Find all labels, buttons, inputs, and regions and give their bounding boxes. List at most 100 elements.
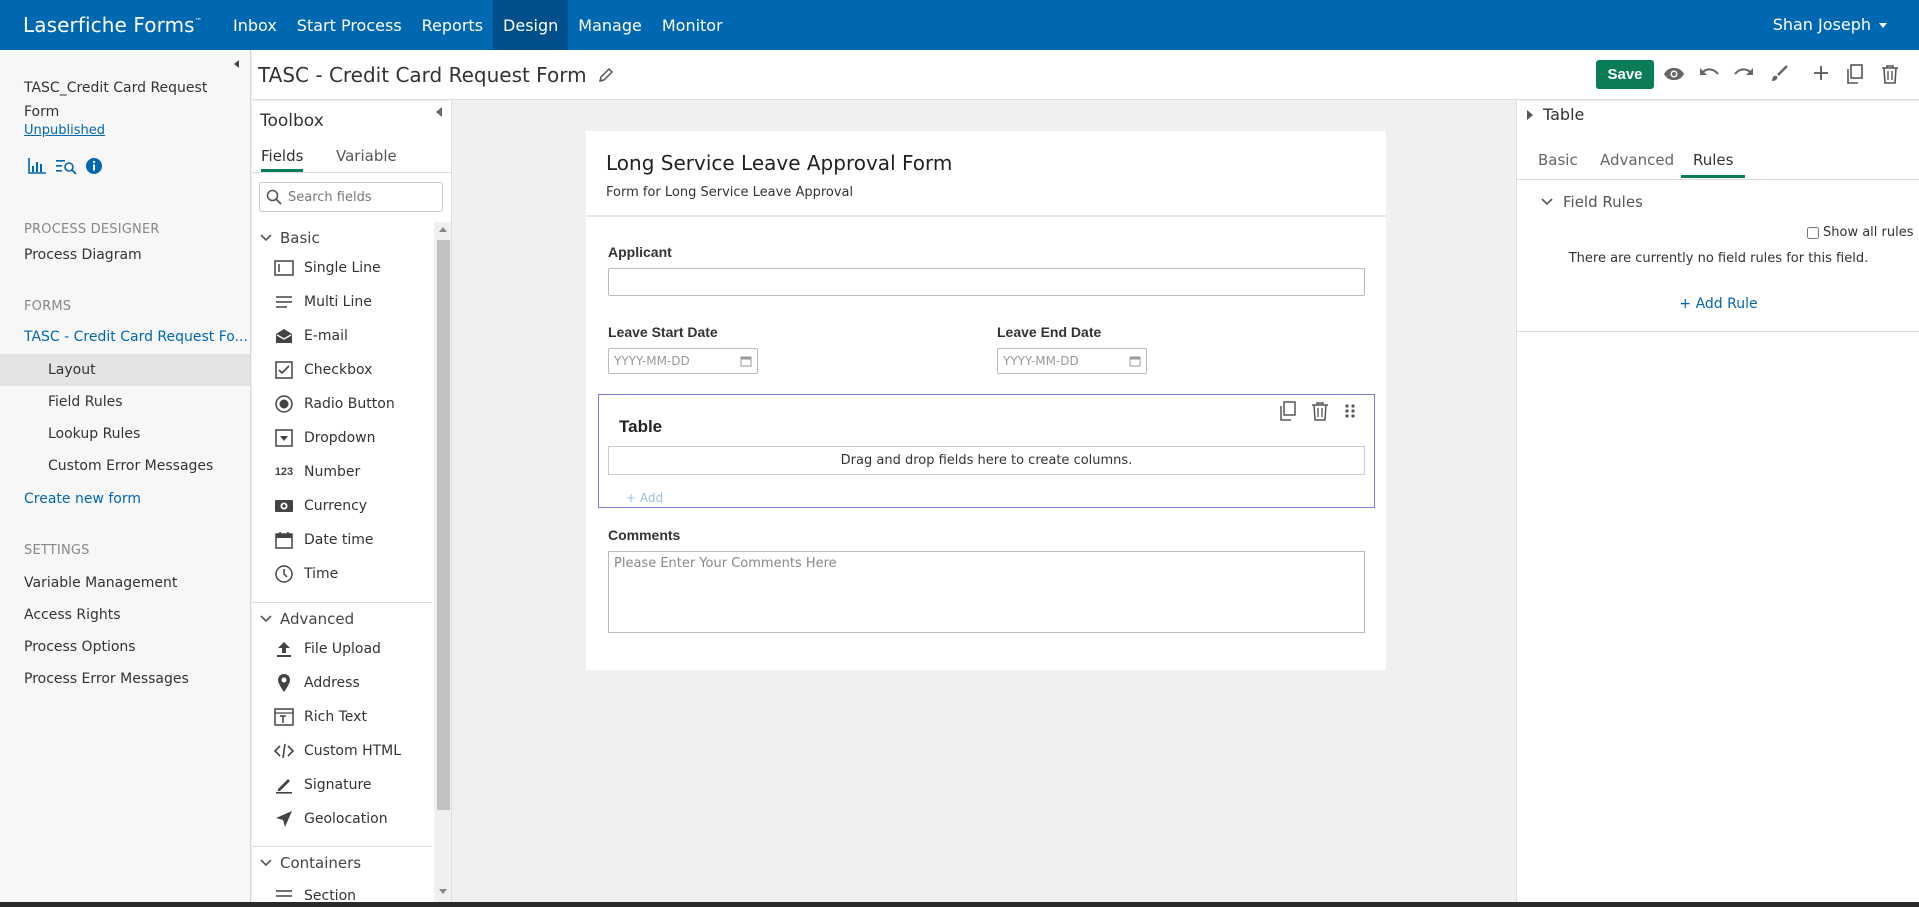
category-basic[interactable]: Basic	[260, 229, 320, 247]
add-rule-button[interactable]: + Add Rule	[1517, 296, 1919, 312]
nav-start-process[interactable]: Start Process	[287, 0, 412, 50]
category-containers-label: Containers	[280, 854, 362, 872]
copy-icon[interactable]	[1279, 401, 1297, 421]
properties-title[interactable]: Table	[1527, 105, 1584, 124]
save-button[interactable]: Save	[1596, 60, 1654, 89]
trash-icon[interactable]	[1881, 64, 1899, 84]
category-advanced[interactable]: Advanced	[260, 610, 354, 628]
tab-basic[interactable]: Basic	[1526, 151, 1590, 175]
show-all-rules-label: Show all rules	[1823, 225, 1914, 240]
toolbox-scrollbar[interactable]	[434, 222, 451, 902]
create-new-form-link[interactable]: Create new form	[24, 491, 141, 507]
tab-advanced[interactable]: Advanced	[1588, 151, 1686, 175]
field-address-label: Address	[304, 675, 360, 691]
nav-design[interactable]: Design	[493, 0, 569, 50]
field-email-label: E-mail	[304, 328, 348, 344]
variable-management-link[interactable]: Variable Management	[24, 575, 177, 591]
sidebar-item-layout[interactable]: Layout	[0, 354, 250, 386]
brand-logo[interactable]: Laserfiche Forms™	[23, 13, 223, 37]
bar-chart-icon[interactable]	[27, 157, 47, 175]
publish-status-link[interactable]: Unpublished	[24, 123, 105, 138]
form-heading[interactable]: Long Service Leave Approval Form	[606, 151, 952, 175]
field-single-line[interactable]: Single Line	[274, 256, 381, 280]
comments-textarea[interactable]: Please Enter Your Comments Here	[608, 551, 1365, 633]
applicant-field[interactable]	[608, 268, 1365, 296]
field-radio-button[interactable]: Radio Button	[274, 392, 395, 416]
add-icon[interactable]	[1812, 64, 1830, 82]
field-rich-text[interactable]: Rich Text	[274, 705, 367, 729]
tab-rules[interactable]: Rules	[1681, 151, 1746, 178]
copy-icon[interactable]	[1846, 64, 1864, 84]
date-placeholder: YYYY-MM-DD	[1003, 354, 1079, 368]
table-field-selected[interactable]: Table Drag and drop fields here to creat…	[598, 394, 1375, 508]
field-date-time[interactable]: Date time	[274, 528, 374, 552]
field-number[interactable]: 123 Number	[274, 460, 360, 484]
collapse-sidebar-icon[interactable]	[234, 60, 239, 68]
search-list-icon[interactable]	[55, 157, 77, 175]
scroll-thumb[interactable]	[437, 240, 450, 810]
field-checkbox[interactable]: Checkbox	[274, 358, 372, 382]
calendar-icon	[274, 530, 294, 550]
tab-variable[interactable]: Variable	[336, 147, 397, 169]
nav-monitor[interactable]: Monitor	[652, 0, 733, 50]
process-error-messages-link[interactable]: Process Error Messages	[24, 671, 189, 687]
code-icon	[274, 741, 294, 761]
field-currency[interactable]: Currency	[274, 494, 367, 518]
info-icon[interactable]	[85, 157, 103, 175]
main-nav: Inbox Start Process Reports Design Manag…	[223, 0, 733, 50]
process-options-link[interactable]: Process Options	[24, 639, 136, 655]
sidebar-item-field-rules[interactable]: Field Rules	[0, 386, 250, 418]
calendar-icon[interactable]	[740, 355, 752, 367]
field-number-label: Number	[304, 464, 361, 480]
field-file-upload[interactable]: File Upload	[274, 637, 381, 661]
scroll-up-arrow-icon[interactable]	[439, 227, 447, 232]
field-custom-html[interactable]: Custom HTML	[274, 739, 401, 763]
number-icon: 123	[274, 466, 294, 478]
drag-handle-icon[interactable]	[1343, 401, 1357, 421]
sidebar-item-lookup-rules[interactable]: Lookup Rules	[0, 418, 250, 450]
redo-icon[interactable]	[1733, 64, 1755, 82]
current-form-link[interactable]: TASC - Credit Card Request Fo...	[24, 329, 248, 345]
brush-icon[interactable]	[1769, 64, 1789, 84]
tab-fields[interactable]: Fields	[261, 147, 304, 172]
sidebar-item-custom-error-messages[interactable]: Custom Error Messages	[0, 450, 250, 482]
pencil-icon[interactable]	[597, 66, 615, 84]
nav-inbox[interactable]: Inbox	[223, 0, 287, 50]
form-canvas: Long Service Leave Approval Form Form fo…	[453, 101, 1514, 902]
field-time[interactable]: Time	[274, 562, 338, 586]
undo-icon[interactable]	[1698, 64, 1720, 82]
table-add-row-button[interactable]: + Add	[626, 491, 663, 505]
collapse-toolbox-icon[interactable]	[436, 107, 442, 117]
field-section[interactable]: Section	[274, 884, 356, 902]
scroll-down-arrow-icon[interactable]	[439, 889, 447, 894]
form-description: Form for Long Service Leave Approval	[606, 185, 854, 200]
field-geolocation[interactable]: Geolocation	[274, 807, 388, 831]
leave-start-date-field[interactable]: YYYY-MM-DD	[608, 348, 758, 374]
nav-manage[interactable]: Manage	[568, 0, 652, 50]
process-diagram-link[interactable]: Process Diagram	[24, 247, 142, 263]
field-address[interactable]: Address	[274, 671, 360, 695]
dropdown-icon	[274, 428, 294, 448]
calendar-icon[interactable]	[1129, 355, 1141, 367]
currency-icon	[274, 496, 294, 516]
leave-end-date-field[interactable]: YYYY-MM-DD	[997, 348, 1147, 374]
field-multi-line[interactable]: Multi Line	[274, 290, 372, 314]
section-heading-settings: SETTINGS	[24, 543, 90, 558]
top-navigation-bar: Laserfiche Forms™ Inbox Start Process Re…	[0, 0, 1919, 50]
eye-icon[interactable]	[1663, 67, 1685, 81]
category-containers[interactable]: Containers	[260, 854, 361, 872]
user-menu[interactable]: Shan Joseph	[1773, 0, 1887, 50]
access-rights-link[interactable]: Access Rights	[24, 607, 121, 623]
search-fields-input[interactable]	[288, 189, 438, 205]
field-checkbox-label: Checkbox	[304, 362, 373, 378]
field-email[interactable]: E-mail	[274, 324, 348, 348]
field-signature[interactable]: Signature	[274, 773, 372, 797]
table-drop-zone[interactable]: Drag and drop fields here to create colu…	[608, 446, 1365, 475]
field-dropdown[interactable]: Dropdown	[274, 426, 375, 450]
nav-reports[interactable]: Reports	[412, 0, 493, 50]
field-multi-line-label: Multi Line	[304, 294, 372, 310]
show-all-rules[interactable]: Show all rules	[1807, 225, 1914, 240]
show-all-rules-checkbox[interactable]	[1807, 226, 1819, 239]
field-rules-header[interactable]: Field Rules	[1541, 193, 1643, 211]
trash-icon[interactable]	[1311, 401, 1329, 421]
